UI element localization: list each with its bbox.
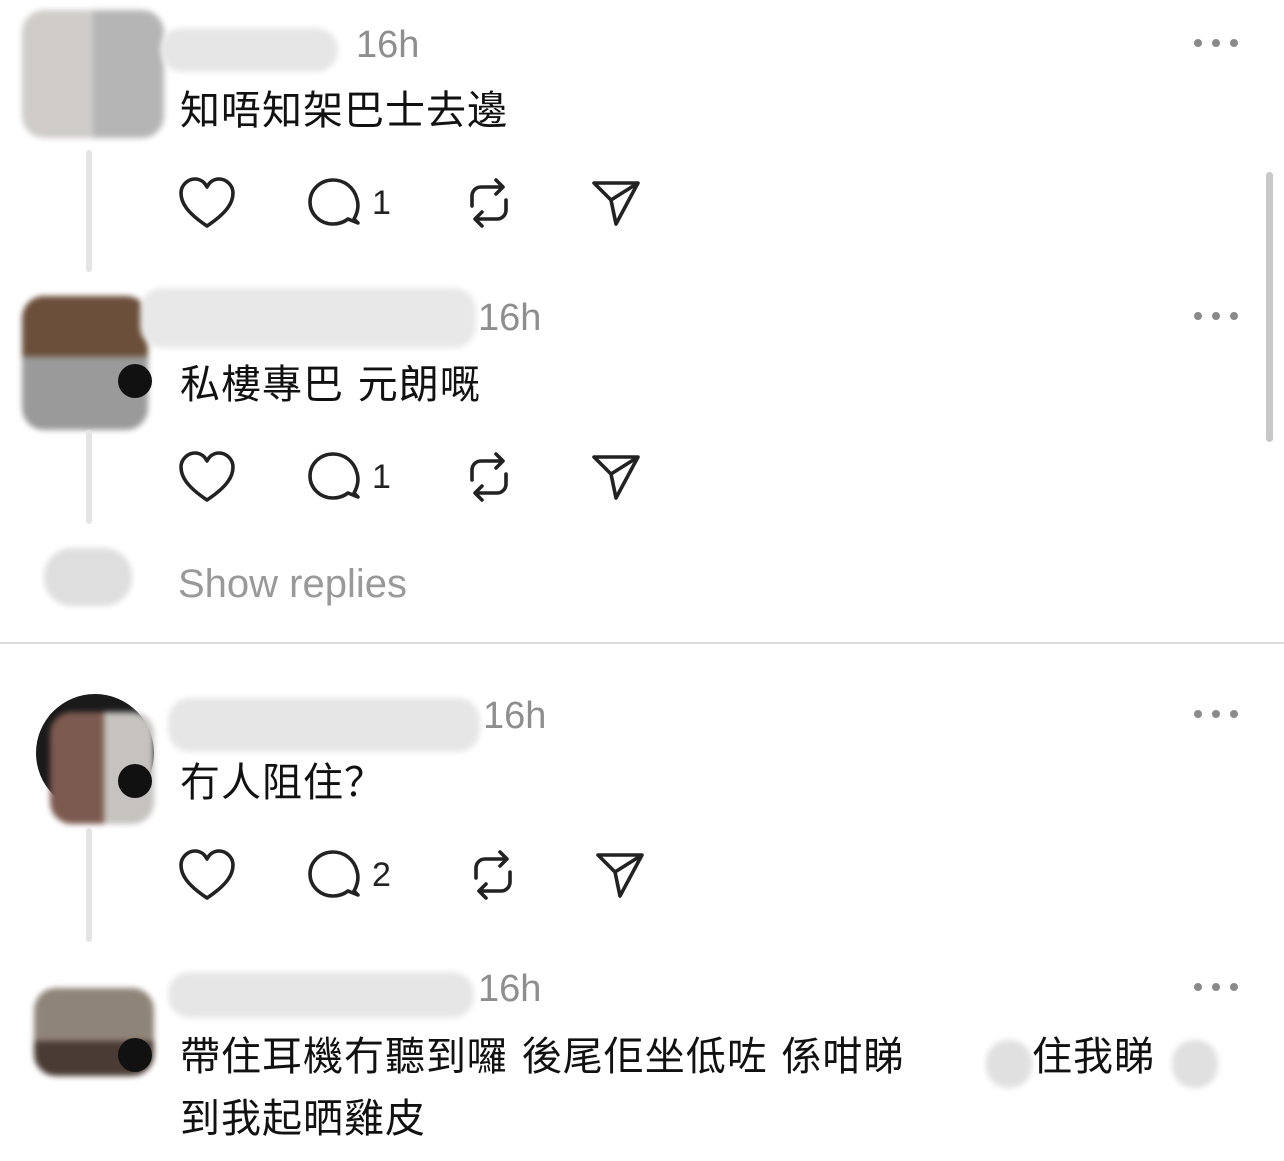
avatar[interactable] — [22, 296, 148, 430]
reply-count: 1 — [372, 458, 391, 496]
avatar[interactable] — [22, 10, 164, 138]
scrollbar[interactable] — [1266, 172, 1273, 442]
repost-icon[interactable] — [462, 176, 516, 230]
comment-icon[interactable] — [306, 450, 362, 504]
heart-icon[interactable] — [178, 176, 236, 230]
comment-text-line-2: 到我起晒雞皮 — [180, 1096, 426, 1142]
comment-icon[interactable] — [306, 176, 362, 230]
username-redacted[interactable] — [140, 288, 476, 348]
avatar-badge — [118, 764, 152, 798]
thread-line — [86, 828, 92, 942]
avatar-badge — [118, 1038, 152, 1072]
comment-text: 冇人阻住？ — [180, 760, 385, 806]
redaction — [1172, 1040, 1218, 1088]
timestamp: 16h — [356, 24, 420, 66]
divider — [0, 642, 1284, 644]
comment-text: 知唔知架巴士去邊 — [180, 88, 508, 134]
more-options-button[interactable] — [1194, 37, 1238, 49]
username-redacted[interactable] — [168, 698, 480, 752]
timestamp: 16h — [478, 968, 542, 1010]
timestamp: 16h — [478, 297, 542, 339]
comment-text-line-1b: 住我睇 — [1032, 1034, 1155, 1080]
comment-icon[interactable] — [306, 848, 362, 902]
avatar-badge — [118, 364, 152, 398]
username-redacted[interactable] — [168, 972, 474, 1018]
show-replies-button[interactable]: Show replies — [178, 562, 407, 607]
reply-count: 2 — [372, 856, 391, 894]
heart-icon[interactable] — [178, 450, 236, 504]
comment-text-line-1: 帶住耳機冇聽到囉 後尾佢坐低咗 係咁睇 — [180, 1034, 905, 1080]
share-icon[interactable] — [594, 850, 646, 900]
more-options-button[interactable] — [1194, 310, 1238, 322]
reply-count: 1 — [372, 184, 391, 222]
thread-line — [86, 150, 92, 272]
comment-text: 私樓專巴 元朗嘅 — [180, 362, 481, 408]
reply-avatar — [44, 548, 132, 606]
repost-icon[interactable] — [462, 450, 516, 504]
thread-line — [86, 430, 92, 524]
redaction — [986, 1040, 1032, 1088]
more-options-button[interactable] — [1194, 708, 1238, 720]
username-redacted[interactable] — [160, 28, 338, 72]
share-icon[interactable] — [590, 178, 642, 228]
share-icon[interactable] — [590, 452, 642, 502]
heart-icon[interactable] — [178, 848, 236, 902]
timestamp: 16h — [483, 695, 547, 737]
repost-icon[interactable] — [466, 848, 520, 902]
more-options-button[interactable] — [1194, 981, 1238, 993]
